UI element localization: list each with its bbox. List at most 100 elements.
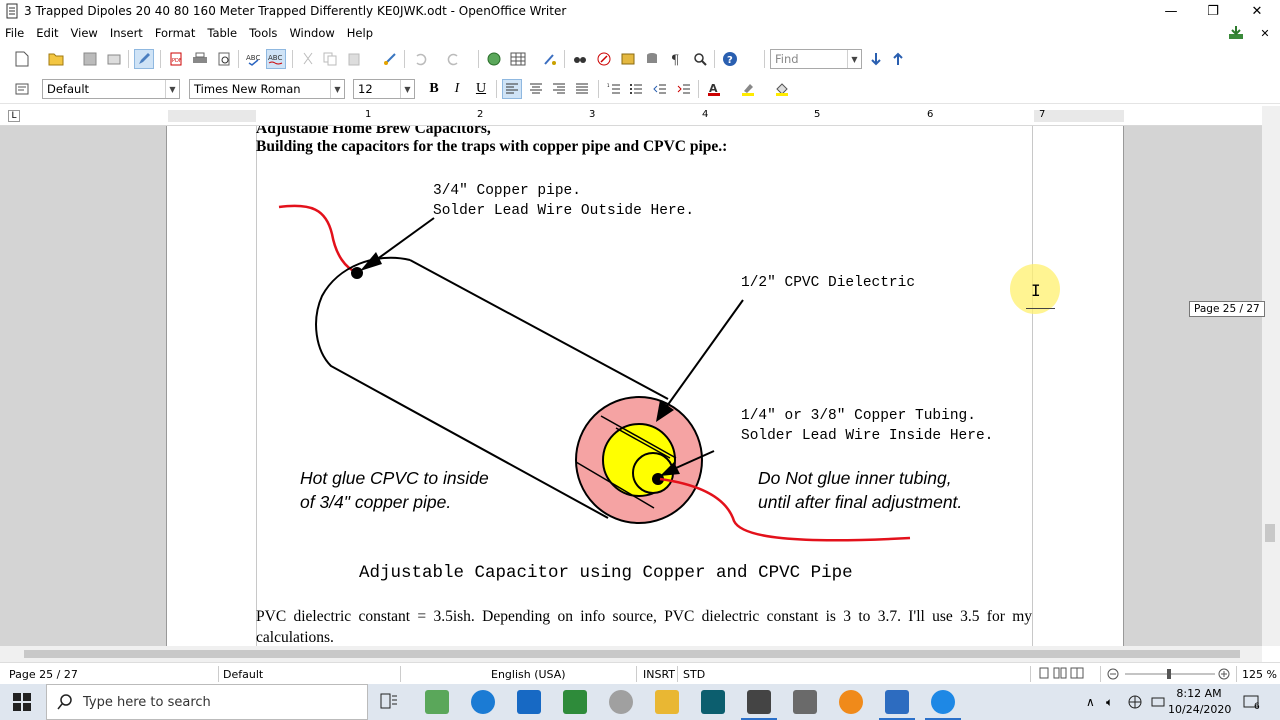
openoffice-writer-taskbar-icon[interactable]	[741, 690, 777, 720]
align-right-icon[interactable]	[549, 79, 569, 99]
decrease-indent-icon[interactable]	[650, 79, 670, 99]
status-language[interactable]: English (USA)	[491, 668, 566, 681]
menu-window[interactable]: Window	[289, 26, 334, 40]
table-icon[interactable]	[508, 49, 528, 69]
network-icon[interactable]	[1128, 684, 1142, 720]
calculator-icon[interactable]	[793, 690, 817, 714]
vertical-scroll-thumb[interactable]	[1265, 524, 1275, 542]
background-color-icon[interactable]	[772, 79, 792, 99]
tab-stop-selector[interactable]: L	[8, 110, 20, 122]
open-folder-icon[interactable]	[46, 49, 66, 69]
show-draw-functions-icon[interactable]	[540, 49, 560, 69]
chevron-down-icon[interactable]: ▼	[847, 50, 861, 68]
align-center-icon[interactable]	[526, 79, 546, 99]
paste-icon[interactable]	[344, 49, 364, 69]
numbering-icon[interactable]: 1	[604, 79, 624, 99]
zoom-icon[interactable]	[690, 49, 710, 69]
volume-icon[interactable]: 🔈︎	[1106, 684, 1113, 720]
spellcheck-icon[interactable]: ABC	[244, 49, 264, 69]
menu-view[interactable]: View	[71, 26, 98, 40]
data-sources-icon[interactable]	[642, 49, 662, 69]
sheets-app-icon[interactable]	[563, 690, 587, 714]
horizontal-ruler[interactable]: L 1 2 3 4 5 6 7	[0, 106, 1280, 126]
align-left-icon[interactable]	[502, 79, 522, 99]
status-page-style[interactable]: Default	[223, 668, 263, 681]
menu-format[interactable]: Format	[155, 26, 196, 40]
find-replace-icon[interactable]	[570, 49, 590, 69]
clone-formatting-icon[interactable]	[380, 49, 400, 69]
formatting-marks-icon[interactable]: ¶	[666, 49, 686, 69]
document-area[interactable]: Adjustable Home Brew Capacitors, Buildin…	[0, 126, 1262, 646]
menu-file[interactable]: File	[5, 26, 24, 40]
keyboard-icon[interactable]	[1151, 684, 1165, 720]
highlighting-icon[interactable]	[738, 79, 758, 99]
menu-tools[interactable]: Tools	[249, 26, 277, 40]
find-previous-icon[interactable]	[888, 49, 908, 69]
italic-icon[interactable]: I	[447, 79, 467, 99]
styles-formatting-icon[interactable]	[12, 79, 32, 99]
menu-table[interactable]: Table	[207, 26, 237, 40]
file-explorer-icon[interactable]	[655, 690, 679, 714]
help-icon[interactable]: ?	[720, 49, 740, 69]
status-zoom[interactable]: 125 %	[1242, 668, 1277, 681]
bullets-icon[interactable]	[626, 79, 646, 99]
close-document-icon[interactable]: ✕	[1256, 24, 1274, 42]
chevron-down-icon[interactable]: ▼	[400, 80, 414, 98]
cut-icon[interactable]	[298, 49, 318, 69]
undo-icon[interactable]	[410, 49, 430, 69]
app-icon-blue-swirl[interactable]	[925, 690, 961, 720]
find-next-icon[interactable]	[866, 49, 886, 69]
edge-browser-icon[interactable]	[471, 690, 495, 714]
disc-app-icon[interactable]	[609, 690, 633, 714]
font-name-select[interactable]: Times New Roman ▼	[189, 79, 345, 99]
increase-indent-icon[interactable]	[674, 79, 694, 99]
chevron-down-icon[interactable]: ▼	[330, 80, 344, 98]
export-pdf-icon[interactable]: PDF	[166, 49, 186, 69]
terminal-app-icon[interactable]	[701, 690, 725, 714]
menu-insert[interactable]: Insert	[110, 26, 143, 40]
redo-icon[interactable]	[444, 49, 464, 69]
justify-icon[interactable]	[572, 79, 592, 99]
navigator-icon[interactable]	[594, 49, 614, 69]
horizontal-scroll-thumb[interactable]	[24, 650, 1240, 658]
zoom-slider[interactable]	[1107, 666, 1233, 682]
photos-app-icon[interactable]	[879, 690, 915, 720]
app-icon-green-cloud[interactable]	[425, 690, 449, 714]
task-view-icon[interactable]	[378, 692, 402, 716]
copy-icon[interactable]	[320, 49, 340, 69]
system-clock[interactable]: 8:12 AM 10/24/2020	[1168, 686, 1231, 718]
status-selection-mode[interactable]: STD	[683, 668, 705, 681]
menu-edit[interactable]: Edit	[36, 26, 58, 40]
chevron-down-icon[interactable]: ▼	[165, 80, 179, 98]
restore-button[interactable]: ❐	[1190, 0, 1236, 22]
taskbar-search-box[interactable]: Type here to search	[46, 684, 368, 720]
paragraph-style-select[interactable]: Default ▼	[42, 79, 180, 99]
vertical-scrollbar[interactable]	[1262, 106, 1280, 646]
app-icon-orange[interactable]	[839, 690, 863, 714]
windows-start-icon[interactable]	[13, 693, 31, 714]
autospellcheck-icon[interactable]: ABC	[266, 49, 286, 69]
find-input[interactable]: Find ▼	[770, 49, 862, 69]
edit-file-icon[interactable]	[104, 49, 124, 69]
underline-icon[interactable]: U	[471, 79, 491, 99]
status-page[interactable]: Page 25 / 27	[9, 668, 78, 681]
close-button[interactable]: ✕	[1234, 0, 1280, 22]
print-icon[interactable]	[190, 49, 210, 69]
save-icon[interactable]	[80, 49, 100, 69]
bold-icon[interactable]: B	[424, 79, 444, 99]
font-size-select[interactable]: 12 ▼	[353, 79, 415, 99]
show-hidden-icons[interactable]: ∧	[1086, 684, 1095, 720]
print-preview-icon[interactable]	[214, 49, 234, 69]
layout-view-buttons[interactable]	[1038, 667, 1084, 679]
menu-help[interactable]: Help	[347, 26, 373, 40]
font-color-icon[interactable]: A	[704, 79, 724, 99]
mail-icon[interactable]	[517, 690, 541, 714]
notification-center-icon[interactable]: 6	[1242, 684, 1260, 720]
edit-mode-icon[interactable]	[134, 49, 154, 69]
gallery-icon[interactable]	[618, 49, 638, 69]
new-document-icon[interactable]	[12, 49, 32, 69]
hyperlink-icon[interactable]	[484, 49, 504, 69]
status-insert-mode[interactable]: INSRT	[643, 668, 675, 681]
update-icon[interactable]	[1227, 24, 1245, 42]
minimize-button[interactable]: —	[1148, 0, 1194, 22]
